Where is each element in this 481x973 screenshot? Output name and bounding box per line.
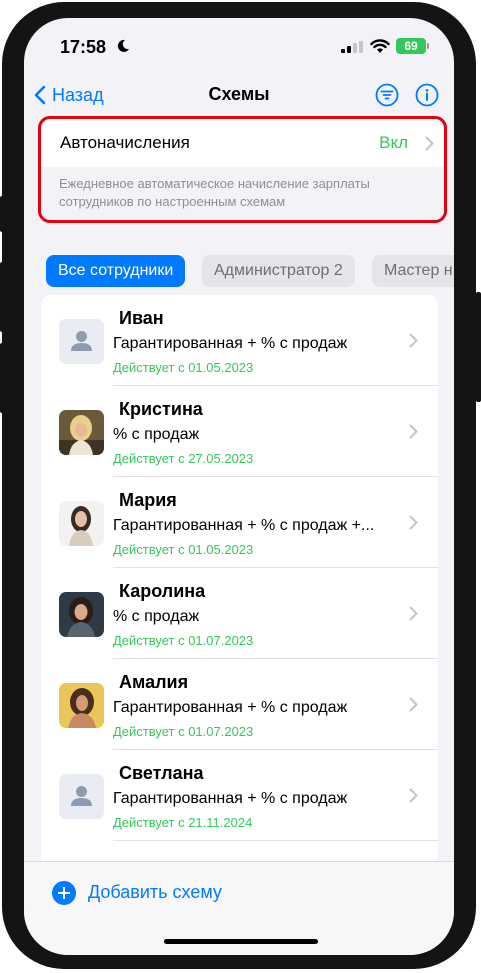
profile-photo [59, 592, 104, 637]
filter-icon[interactable] [375, 83, 399, 107]
employee-name: Иван [119, 308, 164, 328]
profile-photo [59, 501, 104, 546]
side-button [0, 343, 4, 413]
status-time: 17:58 [60, 37, 107, 57]
cellular-signal-icon [341, 41, 363, 53]
employee-name: Светлана [119, 763, 204, 783]
info-icon[interactable] [415, 83, 439, 107]
employee-name: Кристина [119, 399, 203, 419]
list-item[interactable]: Кристина % с продаж Действует с 27.05.20… [41, 386, 438, 477]
add-circle-icon[interactable] [52, 881, 76, 905]
employee-since: Действует с 01.05.2023 [113, 360, 254, 375]
employee-scheme: % с продаж [113, 426, 200, 443]
chevron-right-icon [409, 515, 418, 530]
chip-all-employees[interactable]: Все сотрудники [46, 255, 186, 287]
employee-since: Действует с 21.11.2024 [113, 815, 253, 830]
highlight-frame [38, 116, 447, 223]
chip-administrator[interactable]: Администратор 2 [202, 255, 355, 287]
list-item[interactable]: Каролина % с продаж Действует с 01.07.20… [41, 568, 438, 659]
employee-scheme: % с продаж [113, 608, 200, 625]
power-button [476, 292, 481, 402]
status-bar: 17:58 69 [24, 18, 454, 72]
chip-master[interactable]: Мастер н [372, 255, 454, 287]
wifi-icon [370, 39, 390, 53]
list-item[interactable]: Мария Гарантированная + % с продаж +... … [41, 477, 438, 568]
employee-since: Действует с 01.07.2023 [113, 724, 254, 739]
avatar [59, 319, 104, 364]
battery-indicator: 69 [396, 38, 426, 54]
profile-photo [59, 410, 104, 455]
employee-name: Каролина [119, 581, 206, 601]
employee-scheme: Гарантированная + % с продаж [113, 699, 348, 716]
side-button [0, 262, 4, 332]
avatar [59, 410, 104, 455]
employee-list: Иван Гарантированная + % с продаж Действ… [41, 295, 438, 895]
employee-since: Действует с 01.07.2023 [113, 633, 254, 648]
list-item[interactable]: Амалия Гарантированная + % с продаж Дейс… [41, 659, 438, 750]
avatar [59, 774, 104, 819]
employee-scheme: Гарантированная + % с продаж [113, 335, 348, 352]
side-button [0, 196, 4, 232]
add-scheme-button[interactable]: Добавить схему [88, 882, 222, 903]
avatar [59, 683, 104, 728]
chevron-right-icon [409, 697, 418, 712]
avatar [59, 592, 104, 637]
employee-name: Мария [119, 490, 177, 510]
person-placeholder-icon [71, 331, 92, 351]
chevron-right-icon [409, 333, 418, 348]
home-indicator [164, 939, 318, 944]
person-placeholder-icon [71, 786, 92, 806]
battery-tip [427, 43, 429, 49]
employee-scheme: Гарантированная + % с продаж +... [113, 517, 375, 534]
profile-photo [59, 683, 104, 728]
navigation-bar: Назад Схемы [24, 78, 454, 112]
chevron-right-icon [409, 424, 418, 439]
chevron-right-icon [409, 788, 418, 803]
moon-icon [117, 39, 129, 52]
employee-since: Действует с 27.05.2023 [113, 451, 254, 466]
divider [113, 840, 438, 841]
employee-since: Действует с 01.05.2023 [113, 542, 254, 557]
avatar [59, 501, 104, 546]
chevron-right-icon [409, 606, 418, 621]
screen: 17:58 69 Назад Схемы Автоначисления Вкл … [24, 18, 454, 955]
employee-scheme: Гарантированная + % с продаж [113, 790, 348, 807]
list-item[interactable]: Светлана Гарантированная + % с продаж Де… [41, 750, 438, 841]
list-item[interactable]: Иван Гарантированная + % с продаж Действ… [41, 295, 438, 386]
employee-name: Амалия [119, 672, 189, 692]
